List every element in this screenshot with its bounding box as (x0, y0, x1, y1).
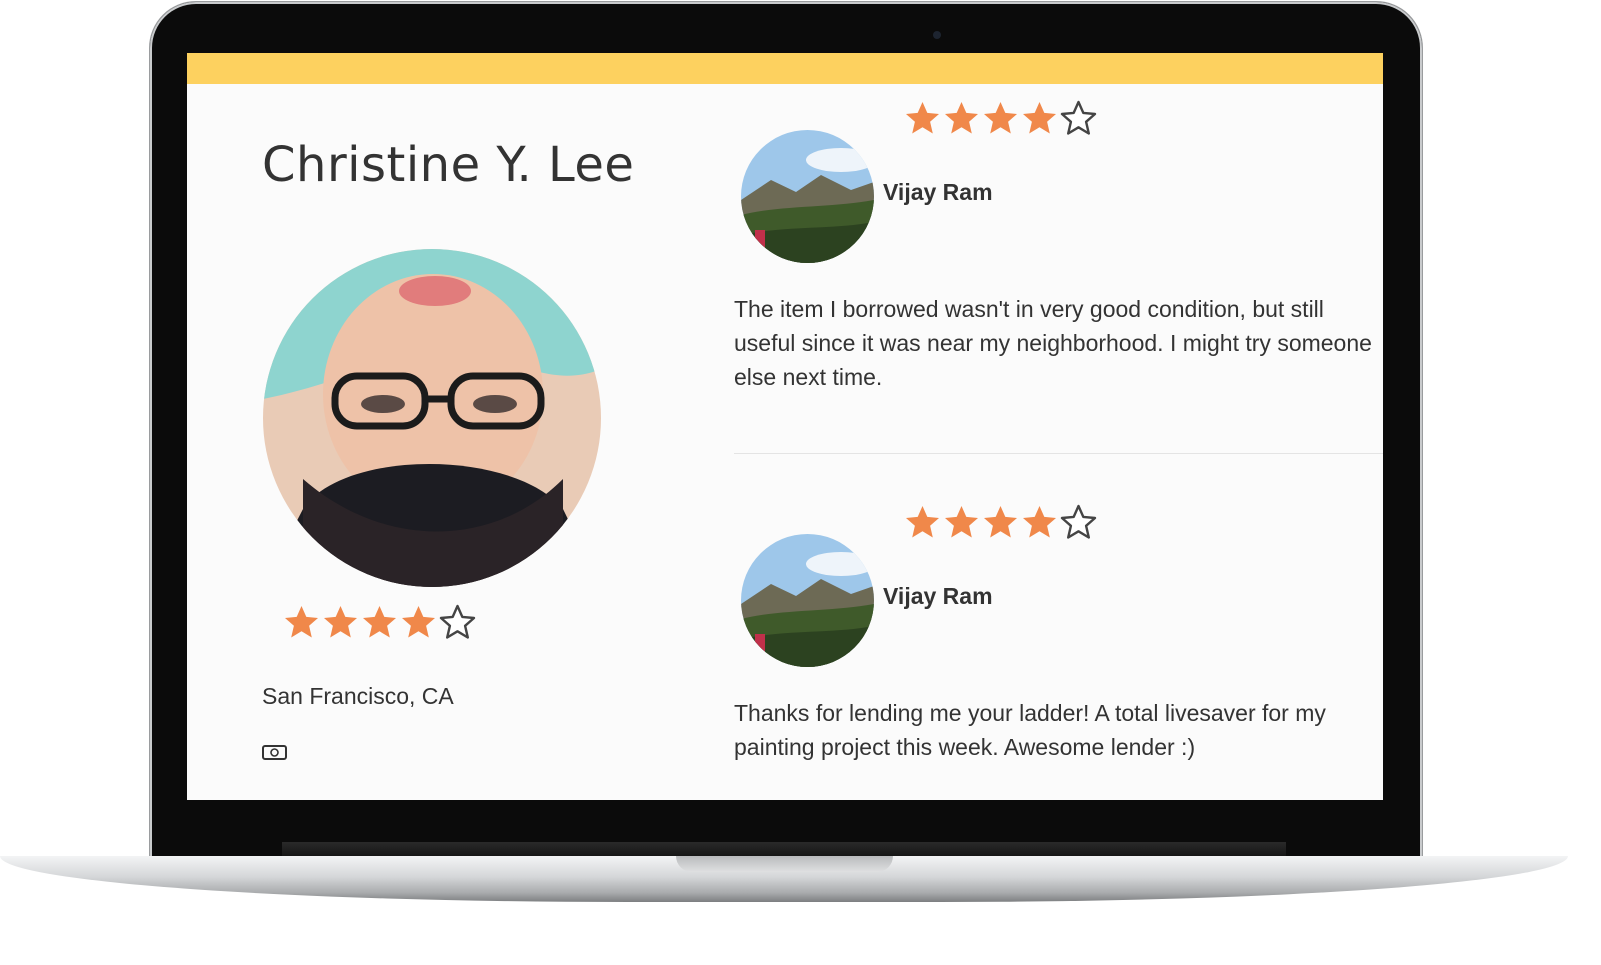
star-filled-icon (984, 102, 1017, 134)
money-icon (262, 745, 287, 760)
reviewer-avatar (741, 130, 874, 263)
review-divider (734, 453, 1383, 454)
star-empty-icon (1060, 504, 1097, 539)
reviewer-photo (741, 534, 874, 667)
review-text: The item I borrowed wasn't in very good … (734, 296, 1372, 390)
profile-photo (263, 249, 601, 587)
screen: Christine Y. Lee San Francisco, CA Vijay… (187, 53, 1383, 800)
profile-rating-stars (283, 604, 476, 641)
reviewer-avatar (741, 534, 874, 667)
reviewer-photo (741, 130, 874, 263)
star-filled-icon (906, 102, 939, 134)
star-filled-icon (945, 506, 978, 538)
star-filled-icon (984, 506, 1017, 538)
header-bar (187, 53, 1383, 84)
star-filled-icon (402, 606, 435, 638)
star-empty-icon (1060, 100, 1097, 135)
star-filled-icon (285, 606, 318, 638)
reviewer-name[interactable]: Vijay Ram (883, 179, 993, 206)
profile-location: San Francisco, CA (262, 683, 454, 709)
star-empty-icon (439, 604, 476, 639)
profile-avatar (263, 249, 601, 587)
laptop-notch (676, 856, 893, 872)
review-rating-stars (904, 100, 1097, 137)
star-filled-icon (363, 606, 396, 638)
camera-icon (933, 31, 941, 39)
review-text: Thanks for lending me your ladder! A tot… (734, 700, 1326, 760)
review-rating-stars (904, 504, 1097, 541)
star-filled-icon (906, 506, 939, 538)
star-filled-icon (1023, 102, 1056, 134)
reviewer-name[interactable]: Vijay Ram (883, 583, 993, 610)
star-filled-icon (945, 102, 978, 134)
star-filled-icon (1023, 506, 1056, 538)
profile-name: Christine Y. Lee (262, 137, 635, 193)
star-filled-icon (324, 606, 357, 638)
laptop-hinge (282, 842, 1286, 856)
